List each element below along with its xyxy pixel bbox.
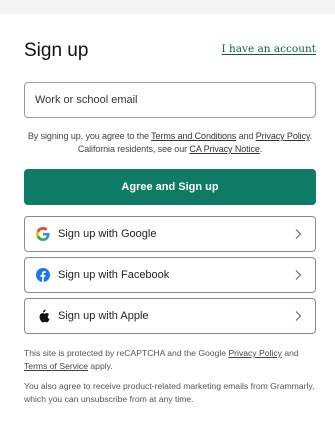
google-icon (36, 227, 50, 241)
apple-signup-button[interactable]: Sign up with Apple (24, 298, 316, 334)
header: Sign up I have an account (24, 40, 316, 64)
facebook-signup-label: Sign up with Facebook (58, 269, 170, 281)
facebook-signup-button[interactable]: Sign up with Facebook (24, 257, 316, 293)
apple-signup-label: Sign up with Apple (58, 310, 149, 322)
google-privacy-policy-link[interactable]: Privacy Policy (228, 348, 281, 358)
chevron-right-icon (295, 229, 302, 239)
ca-privacy-notice-link[interactable]: CA Privacy Notice (189, 144, 259, 154)
google-terms-link[interactable]: Terms of Service (24, 361, 88, 371)
signup-card: Sign up I have an account By signing up,… (0, 14, 335, 425)
google-signup-label: Sign up with Google (58, 228, 157, 240)
chevron-right-icon (295, 270, 302, 280)
chevron-right-icon (295, 311, 302, 321)
google-signup-button[interactable]: Sign up with Google (24, 216, 316, 252)
legal-text: By signing up, you agree to the Terms an… (27, 131, 313, 154)
facebook-icon (36, 268, 50, 282)
email-field[interactable] (24, 82, 316, 118)
agree-and-sign-up-button[interactable]: Agree and Sign up (24, 169, 316, 205)
marketing-notice: You also agree to receive product-relate… (24, 381, 315, 404)
apple-icon (36, 309, 50, 323)
login-link[interactable]: I have an account (222, 43, 316, 55)
recaptcha-notice: This site is protected by reCAPTCHA and … (24, 348, 299, 371)
privacy-policy-link[interactable]: Privacy Policy (256, 131, 310, 141)
terms-link[interactable]: Terms and Conditions (151, 131, 236, 141)
page-title: Sign up (24, 40, 89, 61)
